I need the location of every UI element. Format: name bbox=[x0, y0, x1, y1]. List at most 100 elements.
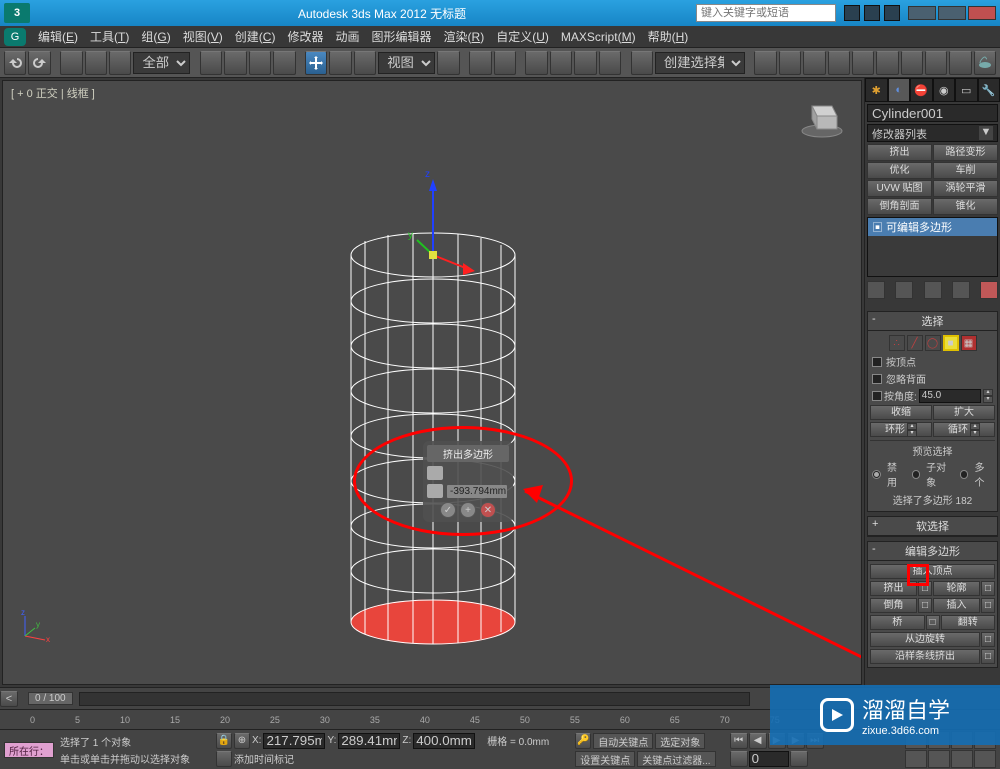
ignore-back-checkbox[interactable] bbox=[872, 374, 882, 384]
time-config-button2[interactable] bbox=[790, 751, 808, 767]
mod-btn-turbosmooth[interactable]: 涡轮平滑 bbox=[933, 180, 998, 197]
absolute-mode-button[interactable]: ⊕ bbox=[234, 733, 250, 749]
reference-coord[interactable]: 视图 bbox=[378, 52, 435, 74]
outline-button[interactable]: 轮廓 bbox=[933, 581, 980, 596]
hinge-button[interactable]: 从边旋转 bbox=[870, 632, 980, 647]
hierarchy-tab[interactable]: ⛔ bbox=[910, 78, 933, 102]
current-frame-input[interactable] bbox=[749, 751, 789, 767]
help-icon[interactable] bbox=[884, 5, 900, 21]
insert-vertex-button[interactable]: 插入顶点 bbox=[870, 564, 995, 579]
loop-button[interactable]: 循环▴▾ bbox=[933, 422, 995, 437]
x-coord-input[interactable] bbox=[263, 733, 325, 749]
add-time-tag[interactable]: 添加时间标记 bbox=[234, 751, 294, 766]
rollup-edit-header[interactable]: -编辑多边形 bbox=[868, 542, 997, 561]
menu-animation[interactable]: 动画 bbox=[329, 28, 365, 45]
menu-customize[interactable]: 自定义(U) bbox=[490, 28, 555, 45]
subobj-border[interactable]: ◯ bbox=[925, 335, 941, 351]
menu-tools[interactable]: 工具(T) bbox=[84, 28, 135, 45]
bridge-settings-button[interactable]: □ bbox=[926, 615, 940, 630]
snap-angle-button[interactable] bbox=[550, 51, 572, 75]
y-coord-input[interactable] bbox=[338, 733, 400, 749]
modifier-stack[interactable]: ▣ 可编辑多边形 bbox=[867, 217, 998, 277]
lock-selection-button[interactable]: 🔒 bbox=[216, 733, 232, 749]
preview-multi-radio[interactable] bbox=[960, 470, 969, 479]
menu-graph-editors[interactable]: 图形编辑器 bbox=[366, 28, 438, 45]
object-name-field[interactable] bbox=[867, 104, 998, 122]
spinner-snap-button[interactable] bbox=[599, 51, 621, 75]
time-config-button[interactable]: < bbox=[0, 691, 18, 707]
help-search-input[interactable] bbox=[696, 4, 836, 22]
caddy-ok-button[interactable]: ✓ bbox=[440, 502, 456, 518]
key-filters-button[interactable]: 关键点过滤器... bbox=[637, 751, 715, 767]
select-by-name-button[interactable] bbox=[224, 51, 246, 75]
pin-stack-button[interactable] bbox=[867, 281, 885, 299]
edit-named-sel-button[interactable] bbox=[631, 51, 653, 75]
remove-mod-button[interactable] bbox=[952, 281, 970, 299]
mod-btn-extrude[interactable]: 挤出 bbox=[867, 144, 932, 161]
menu-create[interactable]: 创建(C) bbox=[229, 28, 282, 45]
time-slider-track[interactable] bbox=[79, 692, 750, 706]
pan-button[interactable] bbox=[928, 750, 950, 768]
key-mode-button[interactable] bbox=[730, 751, 748, 767]
select-scale-button[interactable] bbox=[354, 51, 376, 75]
display-tab[interactable]: ▭ bbox=[955, 78, 978, 102]
caddy-height-icon[interactable] bbox=[427, 484, 443, 498]
subobj-edge[interactable]: ╱ bbox=[907, 335, 923, 351]
subobj-vertex[interactable]: ∴ bbox=[889, 335, 905, 351]
stack-item-editpoly[interactable]: ▣ 可编辑多边形 bbox=[868, 218, 997, 236]
hinge-settings-button[interactable]: □ bbox=[981, 632, 995, 647]
auto-key-button[interactable]: 自动关键点 bbox=[593, 733, 653, 749]
graphite-button[interactable] bbox=[828, 51, 850, 75]
unlink-button[interactable] bbox=[85, 51, 107, 75]
snap-percent-button[interactable] bbox=[574, 51, 596, 75]
redo-button[interactable] bbox=[28, 51, 50, 75]
select-rotate-button[interactable] bbox=[329, 51, 351, 75]
z-coord-input[interactable] bbox=[413, 733, 475, 749]
set-key-mode-button[interactable]: 设置关键点 bbox=[575, 751, 635, 767]
maxscript-mini-listener[interactable]: 所在行： bbox=[4, 742, 54, 758]
layers-button[interactable] bbox=[803, 51, 825, 75]
extrude-button[interactable]: 挤出 bbox=[870, 581, 917, 596]
angle-spinner[interactable]: 45.0 bbox=[919, 389, 981, 403]
selected-filter[interactable]: 选定对象 bbox=[655, 733, 705, 749]
window-crossing-button[interactable] bbox=[273, 51, 295, 75]
by-angle-checkbox[interactable] bbox=[872, 391, 882, 401]
bevel-button[interactable]: 倒角 bbox=[870, 598, 917, 613]
by-vertex-checkbox[interactable] bbox=[872, 357, 882, 367]
bind-space-warp-button[interactable] bbox=[109, 51, 131, 75]
goto-start-button[interactable]: ⏮ bbox=[730, 733, 748, 749]
select-manipulate-button[interactable] bbox=[469, 51, 491, 75]
shrink-button[interactable]: 收缩 bbox=[870, 405, 932, 420]
star-icon[interactable] bbox=[864, 5, 880, 21]
outline-settings-button[interactable]: □ bbox=[981, 581, 995, 596]
link-button[interactable] bbox=[60, 51, 82, 75]
selection-filter[interactable]: 全部 bbox=[133, 52, 190, 74]
curve-editor-button[interactable] bbox=[852, 51, 874, 75]
named-sel-sets[interactable]: 创建选择集 bbox=[655, 52, 745, 74]
caddy-value[interactable]: -393.794mm bbox=[447, 485, 507, 498]
extrude-spline-settings-button[interactable]: □ bbox=[981, 649, 995, 664]
extrude-spline-button[interactable]: 沿样条线挤出 bbox=[870, 649, 980, 664]
modifier-list-dropdown[interactable]: 修改器列表▼ bbox=[867, 124, 998, 142]
mod-btn-taper[interactable]: 锥化 bbox=[933, 198, 998, 215]
show-end-button[interactable] bbox=[895, 281, 913, 299]
mod-btn-lathe[interactable]: 车削 bbox=[933, 162, 998, 179]
menu-modifiers[interactable]: 修改器 bbox=[281, 28, 329, 45]
menu-maxscript[interactable]: MAXScript(M) bbox=[555, 30, 642, 44]
select-object-button[interactable] bbox=[200, 51, 222, 75]
use-pivot-center-button[interactable] bbox=[437, 51, 459, 75]
motion-tab[interactable]: ◉ bbox=[933, 78, 956, 102]
menu-views[interactable]: 视图(V) bbox=[177, 28, 229, 45]
make-unique-button[interactable] bbox=[924, 281, 942, 299]
flip-button[interactable]: 翻转 bbox=[941, 615, 996, 630]
fov-button[interactable] bbox=[905, 750, 927, 768]
render-production-button[interactable] bbox=[974, 51, 996, 75]
rendered-frame-button[interactable] bbox=[949, 51, 971, 75]
select-move-button[interactable] bbox=[305, 51, 327, 75]
bevel-settings-button[interactable]: □ bbox=[918, 598, 932, 613]
mod-btn-optimize[interactable]: 优化 bbox=[867, 162, 932, 179]
snap-2d-button[interactable] bbox=[525, 51, 547, 75]
grow-button[interactable]: 扩大 bbox=[933, 405, 995, 420]
caddy-cancel-button[interactable]: ✕ bbox=[480, 502, 496, 518]
prev-frame-button[interactable]: ◀ bbox=[749, 733, 767, 749]
